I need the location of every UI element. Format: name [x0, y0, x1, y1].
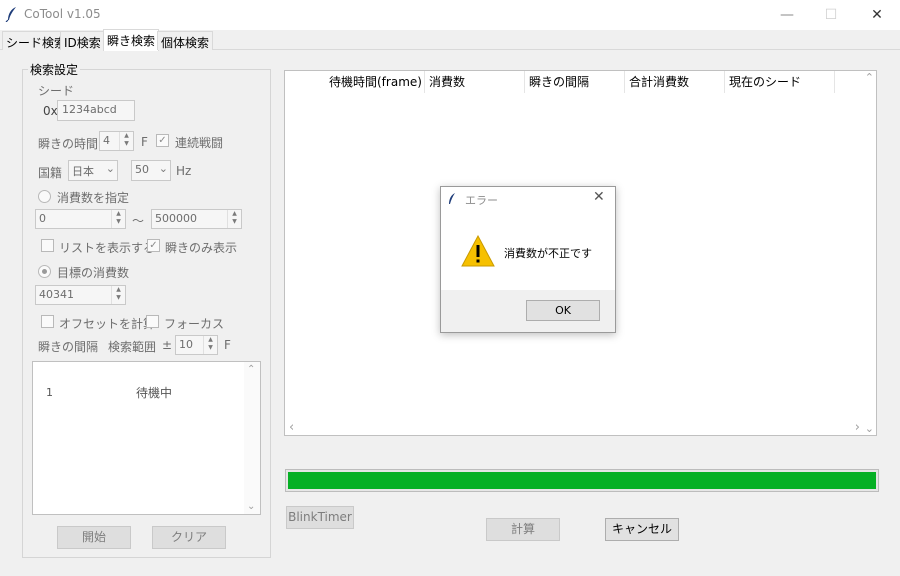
start-button[interactable]: 開始 [57, 526, 131, 549]
blink-time-label: 瞬きの時間 [38, 137, 99, 151]
range-min-value: 0 [39, 212, 46, 225]
spin-arrows-icon[interactable]: ▲ ▼ [227, 210, 241, 228]
range-max-spinbox[interactable]: 500000 ▲ ▼ [151, 209, 242, 229]
scroll-right-icon[interactable]: › [855, 420, 860, 435]
feather-icon [449, 193, 455, 204]
continuous-battle-checkbox[interactable]: ✓ [156, 134, 169, 147]
column-header-current-seed[interactable]: 現在のシード [725, 71, 835, 93]
dialog-title: エラー [465, 194, 498, 207]
range-separator: 〜 [132, 214, 145, 228]
hz-combobox[interactable]: 50 ⌄ [131, 160, 171, 181]
feather-icon [5, 7, 16, 22]
target-consumption-radio[interactable] [38, 265, 51, 278]
target-consumption-label: 目標の消費数 [57, 266, 130, 280]
calc-offset-label: オフセットを計算 [59, 317, 156, 331]
spin-arrows-icon[interactable]: ▲ ▼ [119, 132, 133, 150]
blink-time-spinbox[interactable]: 4 ▲ ▼ [99, 131, 134, 151]
range-min-spinbox[interactable]: 0 ▲ ▼ [35, 209, 126, 229]
scroll-up-icon[interactable]: ⌃ [247, 364, 255, 375]
consumption-specify-radio[interactable] [38, 190, 51, 203]
warning-icon [461, 235, 495, 267]
close-button[interactable]: ✕ [854, 0, 900, 30]
blink-time-value: 4 [103, 134, 110, 147]
tab-blink-search[interactable]: 瞬き検索 [103, 29, 160, 51]
maximize-button[interactable]: ☐ [808, 0, 854, 30]
minimize-button[interactable]: — [764, 0, 810, 30]
target-consumption-spinbox[interactable]: 40341 ▲ ▼ [35, 285, 126, 305]
blink-time-unit: F [141, 135, 148, 149]
scroll-down-icon[interactable]: ⌄ [865, 422, 874, 435]
show-list-label: リストを表示する [59, 241, 156, 255]
seed-input[interactable]: 1234abcd [57, 100, 135, 121]
title-bar: CoTool v1.05 — ☐ ✕ [0, 0, 900, 30]
focus-label: フォーカス [164, 317, 225, 331]
progress-fill [288, 472, 876, 489]
list-item-status: 待機中 [136, 386, 173, 400]
scroll-left-icon[interactable]: ‹ [289, 420, 294, 435]
list-item-index: 1 [46, 386, 53, 399]
tab-strip: シード検索 ID検索 瞬き検索 個体検索 [0, 29, 900, 51]
hz-unit: Hz [176, 164, 192, 178]
column-header-blink-interval[interactable]: 瞬きの間隔 [525, 71, 625, 93]
listbox-scrollbar[interactable]: ⌃ ⌄ [244, 362, 260, 514]
dialog-footer: OK [441, 290, 615, 332]
show-list-checkbox[interactable] [41, 239, 54, 252]
error-dialog: エラー ✕ 消費数が不正です OK [440, 186, 616, 333]
tab-individual-search[interactable]: 個体検索 [157, 31, 214, 50]
cancel-button[interactable]: キャンセル [605, 518, 679, 541]
progress-bar [285, 469, 879, 492]
blink-timer-button[interactable]: BlinkTimer [286, 506, 354, 529]
search-range-value: 10 [179, 338, 193, 351]
nationality-value: 日本 [72, 165, 94, 178]
search-range-label: 検索範囲 [108, 340, 157, 354]
consumption-specify-label: 消費数を指定 [57, 191, 130, 205]
blink-only-label: 瞬きのみ表示 [165, 241, 238, 255]
target-consumption-value: 40341 [39, 288, 74, 301]
search-range-pm: ± [162, 338, 173, 352]
scroll-up-icon[interactable]: ⌃ [865, 71, 874, 84]
scroll-down-icon[interactable]: ⌄ [247, 501, 255, 512]
column-header-wait-time[interactable]: 待機時間(frame) [325, 71, 425, 93]
blink-interval-label: 瞬きの間隔 [38, 340, 99, 354]
spin-arrows-icon[interactable]: ▲ ▼ [111, 210, 125, 228]
spin-arrows-icon[interactable]: ▲ ▼ [111, 286, 125, 304]
seed-prefix: 0x [43, 104, 58, 118]
tab-id-search[interactable]: ID検索 [60, 31, 105, 50]
range-max-value: 500000 [155, 212, 197, 225]
nationality-combobox[interactable]: 日本 ⌄ [68, 160, 118, 181]
nationality-label: 国籍 [38, 166, 63, 180]
focus-checkbox[interactable] [146, 315, 159, 328]
chevron-down-icon: ⌄ [105, 162, 115, 175]
hz-value: 50 [135, 163, 149, 176]
seed-label: シード [38, 84, 75, 98]
clear-button[interactable]: クリア [152, 526, 226, 549]
search-range-spinbox[interactable]: 10 ▲ ▼ [175, 335, 218, 355]
dialog-ok-button[interactable]: OK [526, 300, 600, 321]
search-settings-legend: 検索設定 [28, 61, 81, 78]
blink-only-checkbox[interactable]: ✓ [147, 239, 160, 252]
dialog-message: 消費数が不正です [504, 247, 592, 260]
status-listbox[interactable]: 1 待機中 ⌃ ⌄ [32, 361, 261, 515]
calc-offset-checkbox[interactable] [41, 315, 54, 328]
search-range-unit: F [224, 338, 231, 352]
spin-arrows-icon[interactable]: ▲ ▼ [203, 336, 217, 354]
continuous-battle-label: 連続戦闘 [175, 136, 224, 150]
chevron-down-icon: ⌄ [158, 162, 168, 175]
calculate-button[interactable]: 計算 [486, 518, 560, 541]
dialog-close-button[interactable]: ✕ [593, 189, 605, 205]
column-header-consumption[interactable]: 消費数 [425, 71, 525, 93]
column-header-total-consumption[interactable]: 合計消費数 [625, 71, 725, 93]
window-title: CoTool v1.05 [24, 7, 101, 21]
